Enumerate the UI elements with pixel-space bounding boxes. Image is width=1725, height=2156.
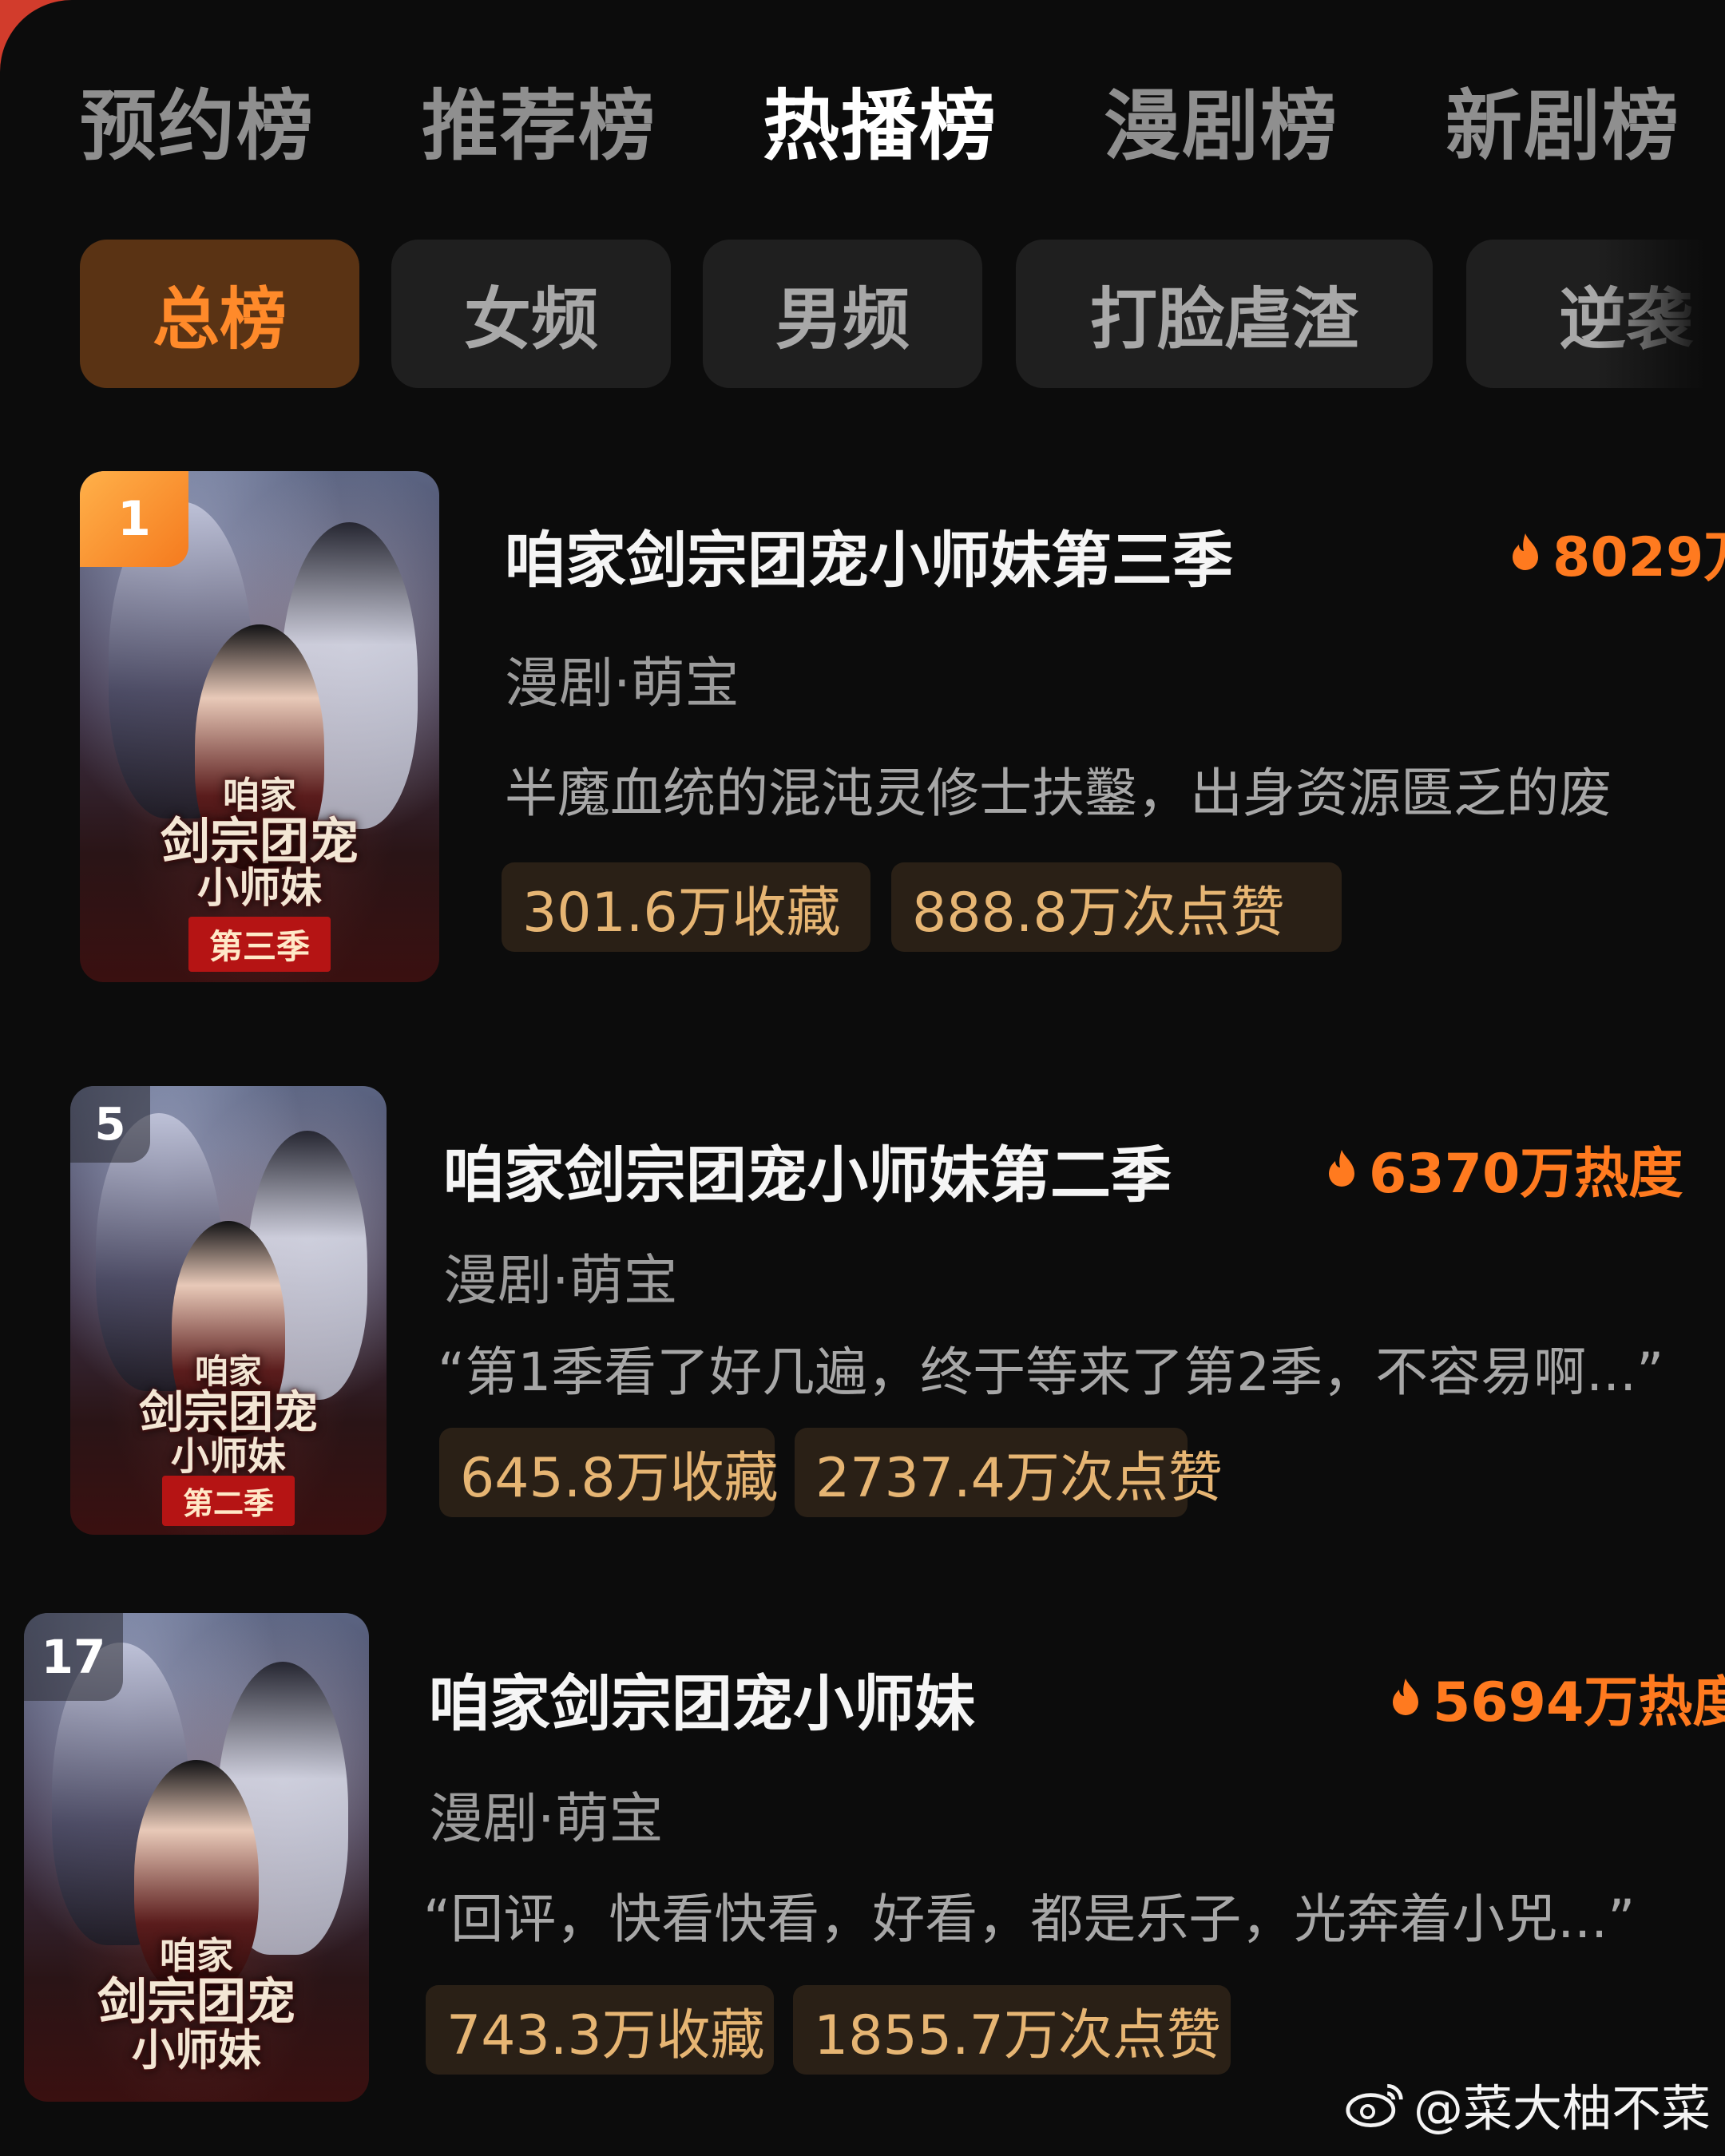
chip-male[interactable]: 男频 bbox=[703, 240, 982, 388]
drama-comment: “第1季看了好几遍，终于等来了第2季，不容易啊...” bbox=[438, 1342, 1664, 1403]
drama-cover[interactable]: 咱家 剑宗团宠 小师妹 17 bbox=[24, 1613, 369, 2102]
chip-scroll-fade bbox=[1597, 224, 1725, 407]
heat-value: 5694万热度 bbox=[1390, 1658, 1725, 1737]
weibo-icon bbox=[1346, 2083, 1403, 2127]
chip-all[interactable]: 总榜 bbox=[80, 240, 359, 388]
drama-cover[interactable]: 咱家 剑宗团宠 小师妹 第二季 5 bbox=[70, 1086, 387, 1535]
likes-badge: 2737.4万次点赞 bbox=[795, 1428, 1223, 1517]
cover-season-label: 第二季 bbox=[161, 1475, 295, 1526]
main-tab-bar: 预约榜 推荐榜 热播榜 漫剧榜 新剧榜 bbox=[0, 0, 1725, 232]
genre-tags: 漫剧·萌宝 bbox=[429, 1788, 664, 1851]
category-chip-bar: 总榜 女频 男频 打脸虐渣 逆袭 bbox=[0, 240, 1725, 391]
rank-badge: 1 bbox=[80, 471, 188, 567]
tab-tuijian[interactable]: 推荐榜 bbox=[422, 64, 656, 175]
tab-yuyue[interactable]: 预约榜 bbox=[80, 64, 315, 175]
favorites-badge: 743.3万收藏 bbox=[426, 1985, 774, 2075]
flame-icon bbox=[1513, 533, 1538, 570]
likes-badge: 888.8万次点赞 bbox=[891, 862, 1342, 952]
cover-title: 咱家 剑宗团宠 小师妹 bbox=[139, 1351, 318, 1479]
list-item[interactable]: 咱家 剑宗团宠 小师妹 17 咱家剑宗团宠小师妹 5694万热度 漫剧·萌宝 “… bbox=[0, 1613, 1725, 2108]
drama-cover[interactable]: 咱家 剑宗团宠 小师妹 第三季 1 bbox=[80, 471, 439, 982]
tab-xinju[interactable]: 新剧榜 bbox=[1445, 64, 1680, 175]
flame-icon bbox=[1393, 1678, 1418, 1715]
chip-face-slap[interactable]: 打脸虐渣 bbox=[1016, 240, 1433, 388]
drama-comment: “回评，快看快看，好看，都是乐子，光奔着小兕...” bbox=[423, 1888, 1636, 1950]
drama-title[interactable]: 咱家剑宗团宠小师妹 bbox=[429, 1655, 975, 1742]
list-item[interactable]: 咱家 剑宗团宠 小师妹 第二季 5 咱家剑宗团宠小师妹第二季 6370万热度 漫… bbox=[0, 1086, 1725, 1541]
genre-tags: 漫剧·萌宝 bbox=[505, 652, 740, 715]
tab-manju[interactable]: 漫剧榜 bbox=[1104, 64, 1338, 175]
tab-rebo[interactable]: 热播榜 bbox=[763, 64, 997, 175]
cover-season-label: 第三季 bbox=[188, 917, 331, 973]
favorites-badge: 645.8万收藏 bbox=[439, 1428, 779, 1517]
drama-title[interactable]: 咱家剑宗团宠小师妹第二季 bbox=[443, 1126, 1172, 1214]
rank-badge: 17 bbox=[24, 1613, 123, 1701]
watermark: @菜大柚不菜 bbox=[1345, 2068, 1711, 2140]
cover-title: 咱家 剑宗团宠 小师妹 bbox=[160, 774, 359, 913]
cover-title: 咱家 剑宗团宠 小师妹 bbox=[97, 1934, 295, 2075]
rank-badge: 5 bbox=[70, 1086, 150, 1163]
heat-value: 6370万热度 bbox=[1326, 1129, 1683, 1208]
flame-icon bbox=[1329, 1149, 1354, 1187]
likes-badge: 1855.7万次点赞 bbox=[793, 1985, 1231, 2075]
app-screen: 预约榜 推荐榜 热播榜 漫剧榜 新剧榜 总榜 女频 男频 打脸虐渣 逆袭 咱家 … bbox=[0, 0, 1725, 2156]
genre-tags: 漫剧·萌宝 bbox=[443, 1250, 678, 1313]
drama-title[interactable]: 咱家剑宗团宠小师妹第三季 bbox=[505, 511, 1233, 599]
chip-female[interactable]: 女频 bbox=[391, 240, 671, 388]
favorites-badge: 301.6万收藏 bbox=[502, 862, 870, 952]
heat-value: 8029万 bbox=[1509, 513, 1725, 592]
drama-description: 半魔血统的混沌灵修士扶鑿，出身资源匮乏的废 bbox=[505, 763, 1612, 824]
list-item[interactable]: 咱家 剑宗团宠 小师妹 第三季 1 咱家剑宗团宠小师妹第三季 8029万 漫剧·… bbox=[0, 471, 1725, 998]
